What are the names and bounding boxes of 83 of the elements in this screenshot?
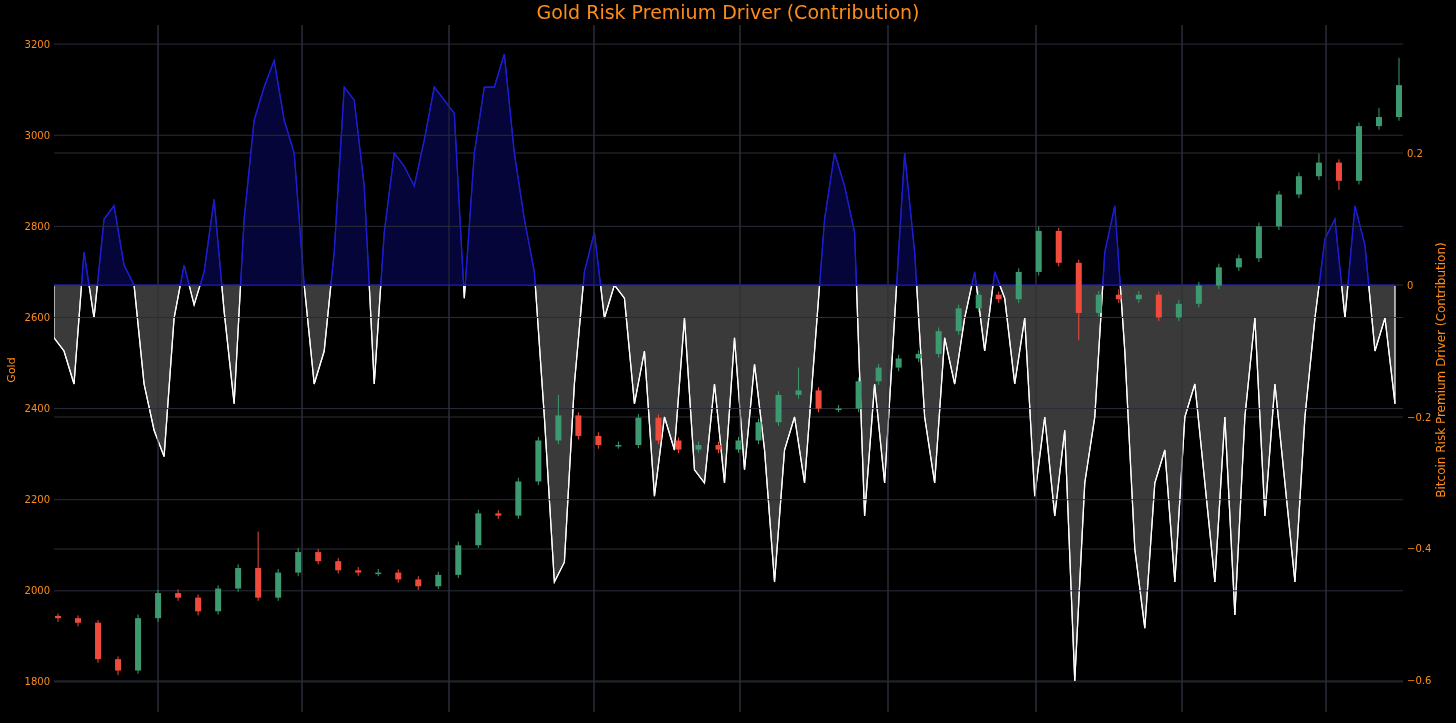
candle [55, 613, 61, 623]
candle [435, 571, 442, 590]
candle [415, 575, 422, 591]
candle [315, 548, 322, 565]
candle [275, 568, 282, 602]
candle [655, 414, 662, 445]
candle [555, 394, 562, 445]
candle [735, 436, 742, 454]
candle [1315, 152, 1322, 181]
candle [1295, 172, 1302, 199]
candle [195, 593, 202, 616]
axis-title: Bitcoin Risk Premium Driver (Contribution) [1434, 242, 1448, 498]
candle [495, 509, 502, 520]
candle [355, 566, 362, 577]
candle [1376, 107, 1382, 131]
candle [1255, 222, 1262, 263]
candle [795, 367, 802, 400]
axis-tick-label: −0.4 [1407, 543, 1432, 555]
candle [755, 418, 762, 445]
axis-tick-label: 2000 [24, 585, 50, 597]
candle [615, 440, 622, 450]
candle [975, 290, 982, 313]
axis-tick-label: 2200 [24, 494, 50, 506]
candle [1115, 288, 1122, 304]
axis-tick-label: 2600 [24, 312, 50, 323]
candle [515, 477, 522, 520]
candle [575, 411, 582, 441]
axis-tick-label: 3200 [24, 38, 50, 50]
candle [675, 436, 682, 454]
candle [1155, 291, 1162, 322]
candle [1195, 281, 1202, 308]
candle [935, 327, 942, 359]
candle [215, 584, 222, 615]
candle [1015, 267, 1022, 304]
candle [95, 619, 102, 664]
candle [1396, 57, 1402, 122]
candle [135, 614, 142, 675]
candle [1175, 299, 1182, 322]
candle [395, 568, 402, 584]
candle [875, 363, 882, 386]
candle [455, 541, 462, 579]
candle [1355, 122, 1362, 185]
candle [1095, 290, 1102, 318]
candle [695, 440, 702, 454]
candle [535, 436, 542, 486]
candle [115, 655, 122, 676]
axis-tick-label: 0.2 [1407, 147, 1423, 159]
candle [1035, 225, 1042, 277]
candle [235, 563, 242, 593]
candle [775, 390, 782, 427]
candle [895, 354, 902, 372]
candle [75, 614, 81, 627]
axis-tick-label: −0.2 [1407, 411, 1432, 423]
chart-title: Gold Risk Premium Driver (Contribution) [536, 0, 920, 24]
candle [595, 431, 602, 450]
axis-tick-label: 3000 [24, 129, 50, 141]
candle [855, 377, 862, 413]
candle [335, 557, 342, 574]
candle [715, 441, 722, 454]
candle [1275, 190, 1282, 231]
candle [1055, 227, 1062, 267]
candle [955, 304, 962, 336]
candle [1235, 254, 1242, 272]
candle [155, 589, 162, 623]
axis-tick-label: 1800 [24, 676, 50, 688]
candle [635, 413, 642, 449]
candle [255, 531, 262, 602]
candle [815, 386, 822, 413]
axis-tick-label: 0 [1407, 279, 1414, 291]
axis-title: Gold [5, 357, 18, 383]
candle [1215, 263, 1222, 290]
candle [175, 588, 182, 602]
candle [1335, 158, 1342, 191]
candle [915, 349, 922, 363]
candle [995, 291, 1002, 304]
candle [375, 568, 382, 577]
candle [835, 404, 842, 413]
axis-tick-label: −0.6 [1407, 675, 1432, 687]
candle [1135, 290, 1142, 304]
candle [295, 547, 302, 577]
candle [475, 509, 482, 549]
axis-tick-label: 2400 [24, 403, 50, 415]
axis-tick-label: 2800 [24, 220, 50, 232]
